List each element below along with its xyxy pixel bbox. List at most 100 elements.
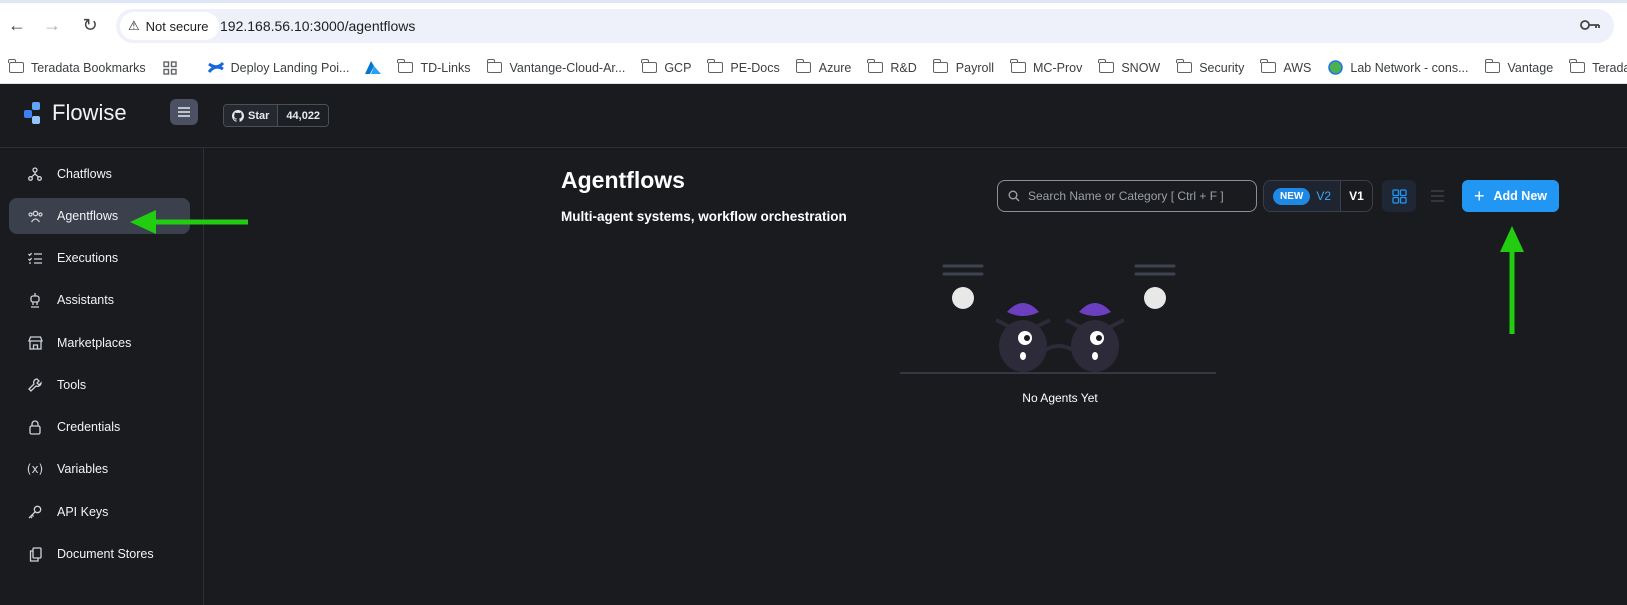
bookmark-label: R&D: [890, 60, 917, 75]
reload-icon[interactable]: ↻: [79, 14, 101, 36]
plus-icon: +: [1474, 186, 1485, 206]
chatflows-icon: [27, 166, 43, 182]
sidebar: Chatflows Agentflows Executions Assistants M…: [0, 148, 204, 605]
add-new-button[interactable]: + Add New: [1462, 180, 1559, 212]
bookmark-item[interactable]: PE-Docs: [707, 59, 780, 75]
folder-icon: [707, 59, 723, 75]
grid-view-icon: [1391, 188, 1407, 204]
sidebar-item-label: Marketplaces: [57, 336, 132, 350]
sidebar-item-marketplaces[interactable]: Marketplaces: [9, 325, 190, 361]
password-key-icon[interactable]: [1580, 18, 1600, 35]
bookmark-item[interactable]: Lab Network - cons...: [1327, 60, 1469, 75]
forward-icon[interactable]: →: [41, 14, 63, 36]
logo-text: Flowise: [52, 100, 127, 125]
browser-toolbar: ← → ↻ ⚠ Not secure 192.168.56.10:3000/ag…: [0, 0, 1627, 52]
url-text[interactable]: 192.168.56.10:3000/agentflows: [220, 18, 415, 34]
lock-icon: [27, 419, 43, 435]
bookmark-label: Teradata Bookmarks: [31, 60, 146, 75]
sidebar-item-agentflows[interactable]: Agentflows: [9, 198, 190, 234]
folder-icon: [795, 59, 812, 75]
document-stores-icon: [27, 546, 43, 562]
page-title: Agentflows: [561, 167, 685, 193]
sidebar-item-credentials[interactable]: Credentials: [9, 409, 190, 445]
variables-icon: (x): [26, 462, 44, 476]
sidebar-item-label: Credentials: [57, 420, 121, 434]
bookmark-item[interactable]: MC-Prov: [1010, 59, 1083, 75]
bookmark-label: SNOW: [1121, 60, 1161, 75]
azure-icon: [365, 60, 382, 75]
back-icon[interactable]: ←: [6, 14, 28, 36]
page-subtitle: Multi-agent systems, workflow orchestrat…: [561, 209, 847, 224]
menu-icon: [178, 107, 190, 117]
bookmark-item[interactable]: [162, 60, 178, 75]
bookmark-item[interactable]: Teradata: [1569, 59, 1627, 75]
bookmark-item[interactable]: SNOW: [1098, 59, 1161, 75]
bookmark-item[interactable]: R&D: [867, 59, 917, 75]
folder-icon: [1176, 59, 1192, 75]
bookmark-label: GCP: [664, 60, 692, 75]
empty-state-text: No Agents Yet: [1022, 391, 1098, 405]
version-v2-button[interactable]: NEW V2: [1264, 181, 1340, 211]
no-agents-illustration: [900, 264, 1216, 374]
bookmark-item[interactable]: Teradata Bookmarks: [8, 59, 146, 75]
sidebar-item-label: API Keys: [57, 505, 109, 519]
sidebar-item-label: Agentflows: [57, 209, 119, 223]
bookmark-label: TD-Links: [420, 60, 471, 75]
agentflows-icon: [27, 208, 43, 224]
bookmark-label: Payroll: [955, 60, 995, 75]
bookmark-item[interactable]: TD-Links: [397, 59, 471, 75]
bookmark-label: Azure: [818, 60, 852, 75]
add-new-label: Add New: [1493, 189, 1547, 203]
folder-icon: [1484, 59, 1501, 75]
sidebar-item-document-stores[interactable]: Document Stores: [9, 536, 190, 572]
sidebar-item-api-keys[interactable]: API Keys: [9, 494, 190, 530]
folder-icon: [1010, 59, 1026, 75]
bookmark-label: AWS: [1283, 60, 1312, 75]
bookmark-label: Lab Network - cons...: [1350, 60, 1469, 75]
bookmark-item[interactable]: Deploy Landing Poi...: [207, 61, 349, 75]
grid-view-button[interactable]: [1382, 180, 1416, 212]
version-v1-button[interactable]: V1: [1340, 181, 1372, 211]
sidebar-item-assistants[interactable]: Assistants: [9, 282, 190, 318]
bookmark-label: Security: [1199, 60, 1245, 75]
search-icon: [1008, 190, 1020, 202]
sidebar-item-chatflows[interactable]: Chatflows: [9, 156, 190, 192]
sidebar-item-label: Tools: [57, 378, 87, 392]
version-toggle: NEW V2 V1: [1263, 180, 1373, 212]
apps-grid-icon: [162, 60, 178, 75]
assistants-icon: [27, 292, 43, 308]
bookmark-item[interactable]: Payroll: [932, 59, 995, 75]
address-bar[interactable]: ⚠ Not secure 192.168.56.10:3000/agentflo…: [116, 9, 1614, 43]
sidebar-item-label: Assistants: [57, 293, 114, 307]
bookmark-item[interactable]: GCP: [641, 59, 692, 75]
flowise-logo[interactable]: Flowise: [24, 100, 127, 126]
bookmark-label: MC-Prov: [1033, 60, 1083, 75]
list-view-button[interactable]: [1420, 180, 1454, 212]
app-header: Flowise Star 44,022: [0, 84, 1627, 148]
bookmark-item[interactable]: AWS: [1260, 59, 1312, 75]
v2-label: V2: [1316, 189, 1332, 203]
search-input[interactable]: Search Name or Category [ Ctrl + F ]: [997, 180, 1257, 212]
sidebar-item-label: Chatflows: [57, 167, 112, 181]
sidebar-item-label: Executions: [57, 251, 119, 265]
bookmark-item[interactable]: Vantage: [1484, 59, 1553, 75]
bookmark-item[interactable]: Security: [1176, 59, 1245, 75]
security-label: Not secure: [145, 18, 209, 34]
star-label: Star: [248, 109, 270, 122]
new-badge: NEW: [1272, 187, 1311, 205]
executions-icon: [27, 250, 43, 266]
bookmark-item[interactable]: Azure: [795, 59, 852, 75]
folder-icon: [397, 59, 413, 75]
bookmark-label: Teradata: [1592, 60, 1627, 75]
hamburger-menu-button[interactable]: [170, 99, 198, 125]
sidebar-item-label: Variables: [57, 462, 109, 476]
folder-icon: [1569, 59, 1585, 75]
bookmark-item[interactable]: Vantange-Cloud-Ar...: [486, 59, 625, 75]
sidebar-item-executions[interactable]: Executions: [9, 240, 190, 276]
settings-folder-icon: [8, 59, 24, 75]
github-star-button[interactable]: Star 44,022: [223, 104, 330, 127]
sidebar-item-variables[interactable]: (x) Variables: [9, 451, 190, 487]
bookmark-item[interactable]: [365, 60, 382, 75]
security-chip[interactable]: ⚠ Not secure: [120, 12, 219, 40]
sidebar-item-tools[interactable]: Tools: [9, 367, 190, 403]
